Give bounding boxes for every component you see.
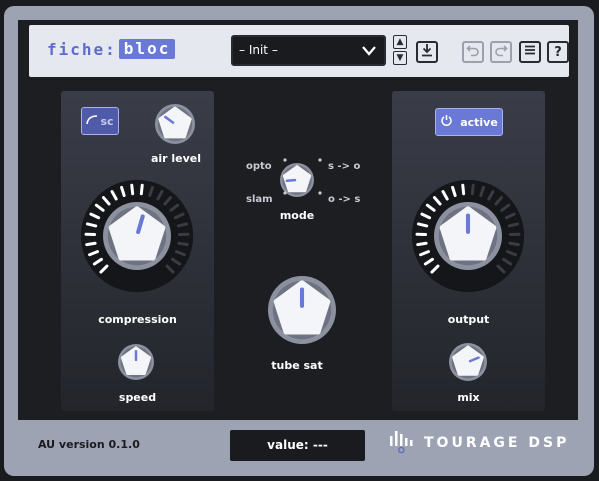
compression-knob[interactable] xyxy=(80,179,194,293)
mix-knob[interactable] xyxy=(449,343,487,381)
mode-dot-0 xyxy=(283,158,287,162)
mode-dot-1 xyxy=(283,191,287,195)
plugin-body: fiche: bloc – Init – ▲ ▼ ? sc air level … xyxy=(18,20,578,468)
speed-knob[interactable] xyxy=(118,344,154,380)
air-level-knob[interactable] xyxy=(155,104,195,144)
version-label: AU version 0.1.0 xyxy=(38,438,140,451)
plugin-frame: fiche: bloc – Init – ▲ ▼ ? sc air level … xyxy=(4,6,594,476)
output-knob[interactable] xyxy=(411,179,525,293)
mode-dot-3 xyxy=(318,191,322,195)
knob-layer xyxy=(80,104,525,381)
waveform-logo-icon xyxy=(388,428,418,458)
tube-sat-knob[interactable] xyxy=(268,276,336,344)
brand-logo: TOURAGE DSP xyxy=(388,428,569,458)
footer-bar: AU version 0.1.0 value: --- TOURAGE DSP xyxy=(18,420,578,468)
value-readout: value: --- xyxy=(230,430,365,461)
mode-dot-2 xyxy=(318,158,322,162)
brand-text: TOURAGE DSP xyxy=(424,435,570,451)
